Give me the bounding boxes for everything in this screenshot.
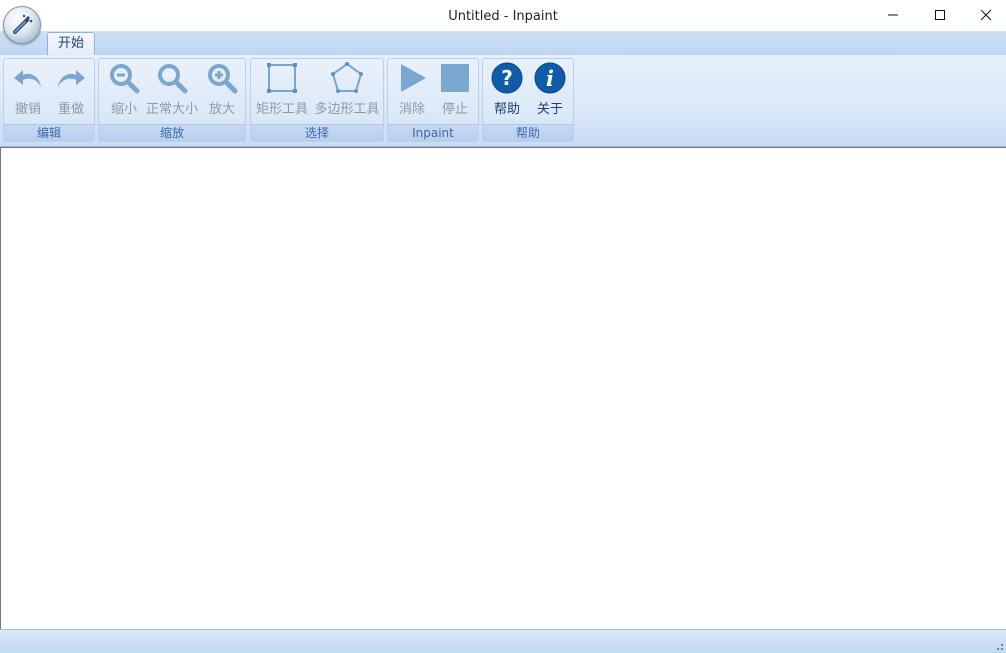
close-button[interactable] (963, 0, 1006, 30)
rectangle-icon (267, 63, 297, 93)
stop-button[interactable]: 停止 (433, 61, 477, 123)
svg-text:?: ? (501, 66, 513, 90)
help-button[interactable]: ? 帮助 (485, 61, 529, 123)
erase-label: 消除 (398, 102, 425, 117)
window-title: Untitled - Inpaint (448, 9, 558, 24)
undo-button[interactable]: 撤销 (6, 61, 50, 123)
maximize-icon (935, 10, 945, 20)
redo-label: 重做 (57, 102, 84, 117)
zoom-out-icon (110, 64, 140, 94)
close-icon (980, 9, 992, 21)
group-label-edit: 编辑 (4, 124, 94, 141)
ribbon-group-help: ? 帮助 i 关于 帮助 (482, 58, 574, 142)
minimize-button[interactable] (870, 0, 916, 30)
about-label: 关于 (536, 102, 563, 117)
status-bar (0, 629, 1006, 653)
ribbon-group-select: 矩形工具 多边形工具 选择 (250, 58, 384, 142)
help-label: 帮助 (493, 102, 520, 117)
rectangle-tool-label: 矩形工具 (255, 102, 308, 117)
polygon-tool-label: 多边形工具 (314, 102, 380, 117)
zoom-in-icon (208, 64, 238, 94)
ribbon-group-inpaint: 消除 停止 Inpaint (387, 58, 479, 142)
title-bar: Untitled - Inpaint (0, 0, 1006, 31)
magic-wand-icon (13, 14, 33, 34)
application-menu-button[interactable] (3, 6, 41, 44)
ribbon-group-zoom: 缩小 正常大小 放大 缩放 (98, 58, 246, 142)
stop-icon (441, 64, 469, 92)
help-icon: ? (491, 62, 523, 94)
zoom-in-button[interactable]: 放大 (199, 61, 245, 123)
group-label-zoom: 缩放 (99, 124, 245, 141)
group-label-select: 选择 (251, 124, 383, 141)
zoom-normal-icon (158, 64, 188, 94)
redo-button[interactable]: 重做 (49, 61, 93, 123)
zoom-normal-button[interactable]: 正常大小 (145, 61, 199, 123)
erase-button[interactable]: 消除 (390, 61, 434, 123)
polygon-tool-button[interactable]: 多边形工具 (313, 61, 381, 123)
image-canvas[interactable] (0, 147, 1006, 630)
minimize-icon (888, 14, 898, 16)
zoom-in-label: 放大 (208, 102, 235, 117)
group-label-help: 帮助 (483, 124, 573, 141)
rectangle-tool-button[interactable]: 矩形工具 (253, 61, 311, 123)
about-button[interactable]: i 关于 (528, 61, 572, 123)
undo-icon (14, 70, 41, 87)
redo-icon (58, 70, 85, 87)
undo-label: 撤销 (14, 102, 41, 117)
zoom-normal-label: 正常大小 (145, 102, 198, 117)
play-icon (401, 64, 426, 92)
zoom-out-label: 缩小 (110, 102, 137, 117)
maximize-button[interactable] (917, 0, 963, 30)
zoom-out-button[interactable]: 缩小 (101, 61, 147, 123)
info-icon: i (534, 62, 566, 94)
svg-text:i: i (546, 66, 554, 91)
ribbon-group-edit: 撤销 重做 编辑 (3, 58, 95, 142)
ribbon-tab-strip (0, 31, 1006, 56)
polygon-icon (331, 62, 363, 93)
group-label-inpaint: Inpaint (388, 124, 478, 141)
tab-home[interactable]: 开始 (47, 32, 95, 55)
resize-grip-icon[interactable] (996, 643, 1004, 651)
stop-label: 停止 (441, 102, 468, 117)
